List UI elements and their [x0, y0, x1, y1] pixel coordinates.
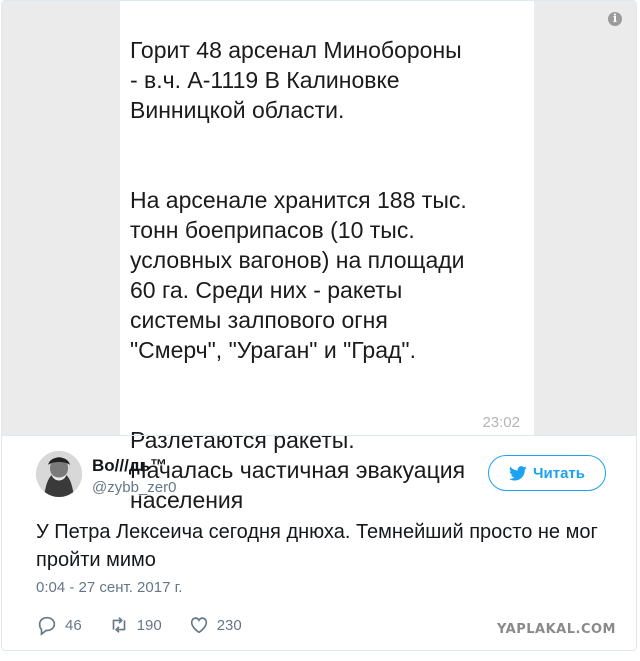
info-icon[interactable]: i [608, 12, 622, 26]
like-count: 230 [216, 616, 242, 634]
author-handle[interactable]: @zybb_zer0 [92, 479, 176, 496]
retweet-count: 190 [136, 616, 162, 634]
heart-icon [190, 617, 207, 634]
follow-button-label: Читать [532, 464, 586, 482]
media-background-right [534, 1, 636, 435]
message-timestamp: 23:02 [482, 414, 520, 431]
tweet-timestamp[interactable]: 0:04 - 27 сент. 2017 г. [36, 579, 182, 596]
twitter-bird-icon [508, 465, 527, 480]
tweet-media-image[interactable]: Горит 48 арсенал Минобороны - в.ч. А-111… [2, 1, 636, 513]
reply-icon [38, 616, 56, 636]
retweet-icon [112, 617, 126, 633]
tweet-card: Горит 48 арсенал Минобороны - в.ч. А-111… [1, 0, 637, 651]
tweet-actions: 46 190 230 [36, 613, 242, 637]
author-name[interactable]: Во///дь™ [92, 456, 167, 476]
follow-button[interactable]: Читать [488, 455, 606, 491]
message-paragraph-1: Горит 48 арсенал Минобороны - в.ч. А-111… [130, 37, 462, 123]
tweet-text: У Петра Лексеича сегодня днюха. Темнейши… [36, 521, 598, 571]
reply-button[interactable]: 46 [36, 614, 82, 636]
chat-message-bubble: Горит 48 арсенал Минобороны - в.ч. А-111… [120, 1, 534, 513]
retweet-button[interactable]: 190 [108, 614, 162, 636]
media-background-left [2, 1, 120, 435]
avatar[interactable] [36, 451, 82, 497]
site-watermark: YAPLAKAL.COM [497, 622, 616, 637]
reply-count: 46 [65, 616, 82, 634]
like-button[interactable]: 230 [188, 614, 242, 636]
message-paragraph-2: На арсенале хранится 188 тыс. тонн боепр… [130, 187, 467, 363]
chat-message-text: Горит 48 арсенал Минобороны - в.ч. А-111… [130, 5, 530, 545]
media-divider [2, 435, 636, 436]
message-paragraph-3: Разлетаются ракеты. Началась частичная э… [130, 427, 466, 513]
